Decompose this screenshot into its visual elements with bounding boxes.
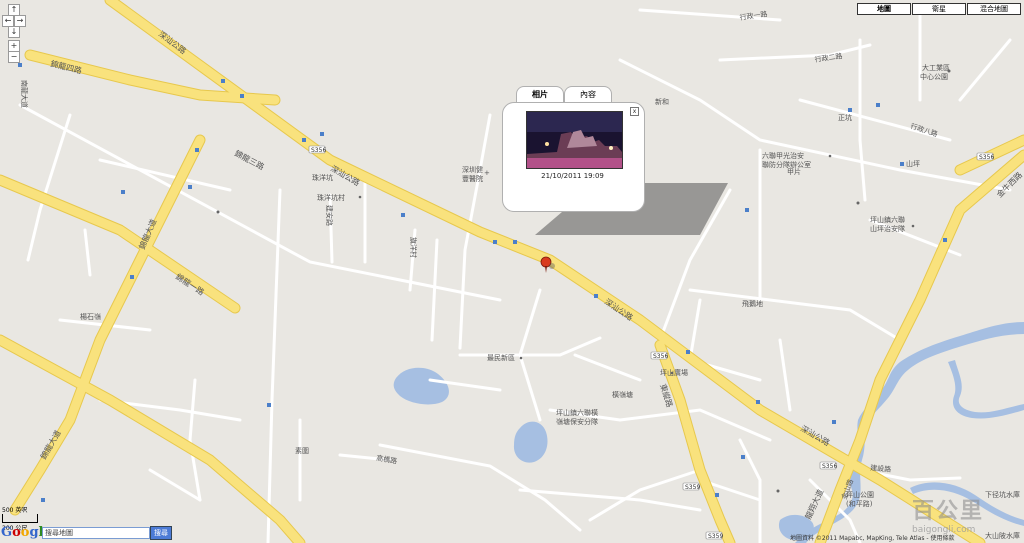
map-type-hybrid-button[interactable]: 混合地圖 [967,3,1021,15]
map-type-satellite-button[interactable]: 衛星 [912,3,966,15]
place-label: 飛鵝地 [742,299,763,308]
map-type-control: 地圖 衛星 混合地圖 [857,3,1021,15]
watermark-url: baigongli.com [912,525,976,535]
place-label-line: 六聯甲光治安 [762,151,804,160]
photo-thumbnail[interactable] [526,111,623,169]
tab-content[interactable]: 內容 [564,86,612,103]
place-label-line: 豐醫院 [462,174,483,183]
place-label: 正坑 [838,113,852,122]
place-label: 珠洋坑 [312,173,333,182]
place-label: 最民新區 [487,353,515,362]
road-label-jianshe: 建設路 [870,463,892,474]
place-label: 山坪 [906,159,920,168]
scale-line [2,514,38,523]
map-type-map-button[interactable]: 地圖 [857,3,911,15]
place-label-line: 大工業區 [922,63,950,72]
route-shield: S356 [650,351,668,360]
place-label: 旗洋村 [409,237,418,258]
photo-timestamp: 21/10/2011 19:09 [541,172,604,180]
svg-text:S356: S356 [979,154,994,161]
place-label: 南龍大道 [20,80,29,108]
watermark-text: 百公里 [912,499,985,524]
place-label: 橫嶺塘 [612,390,633,399]
route-shield: S356 [819,461,837,470]
place-label: 素圍 [295,446,309,455]
place-label-line: 山坪治安隊 [870,224,905,233]
route-shield: S356 [976,152,994,161]
place-label-line: 中心公園 [920,72,948,81]
search-input[interactable]: 搜尋地圖 [42,527,150,539]
pan-down-button[interactable]: ↓ [8,26,20,38]
tab-photo[interactable]: 相片 [516,86,564,103]
place-label-line: 深圳健 [462,165,483,174]
svg-text:S356: S356 [311,147,326,154]
place-label: 建安路 [325,205,334,226]
route-shield: S356 [308,145,326,154]
route-shield: S359 [682,482,700,491]
place-label-line: (和平路) [846,499,873,508]
zoom-out-button[interactable]: − [8,51,20,63]
search-button[interactable]: 搜尋 [150,526,172,540]
map-canvas[interactable]: S356 S356 S356 S356 S359 S359 深汕公路 深汕公路 … [0,0,1024,543]
close-icon[interactable]: x [630,107,639,116]
place-label-line: 坪山鎮六聯 [870,215,905,224]
place-label-line: 坪山鎮六聯橫 [556,408,598,417]
place-label-line: 嶺塘保安分隊 [556,417,598,426]
svg-text:S359: S359 [685,484,700,491]
svg-text:S356: S356 [653,353,668,360]
svg-text:S356: S356 [822,463,837,470]
scale-label-feet: 500 英呎 [2,507,28,514]
place-label-line: 聯防分隊辦公室 [762,160,811,169]
svg-text:S359: S359 [708,533,723,540]
place-label-line: 坪山公園 [846,490,874,499]
route-shield: S359 [705,531,723,540]
watermark-logo: 百公里 baigongli.com [912,493,1022,541]
place-label: 珠洋坑村 [317,193,345,202]
place-label: 楊石嶺 [80,312,101,321]
info-window: 相片 內容 x 21/10/2011 19:09 [502,86,645,213]
place-label: 坪山廣場 [660,368,688,377]
place-label: 新和 [655,97,669,106]
hospital-cross-icon: + [484,169,490,177]
